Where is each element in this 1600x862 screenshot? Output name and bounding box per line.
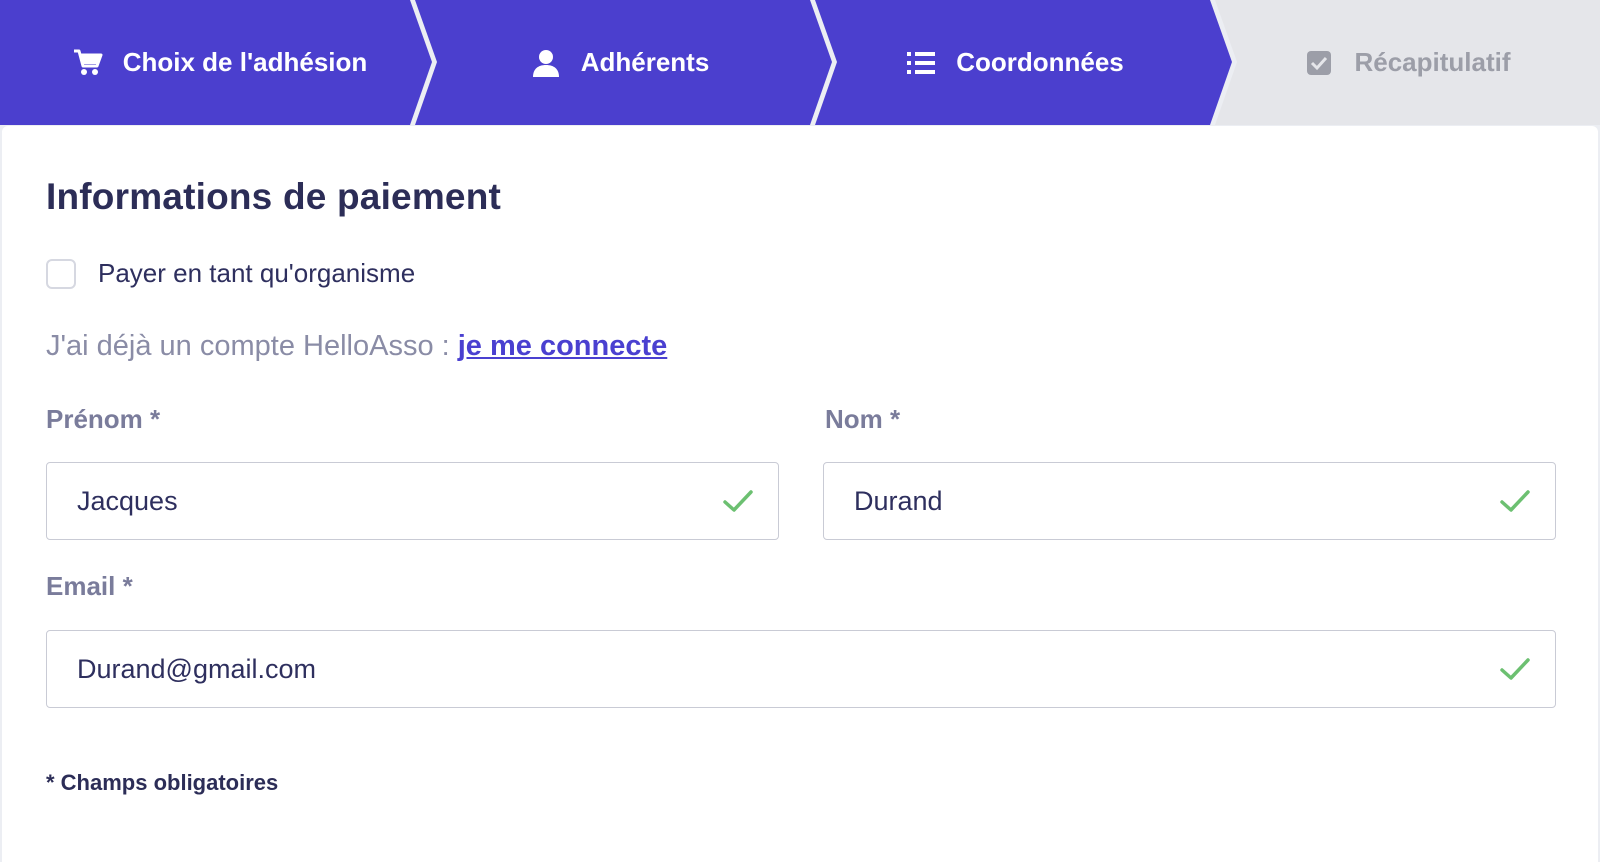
step-recapitulatif[interactable]: Récapitulatif: [1215, 0, 1600, 125]
step-coordonnees[interactable]: Coordonnées: [820, 0, 1210, 125]
step-label: Choix de l'adhésion: [122, 47, 368, 77]
firstname-field[interactable]: [46, 462, 779, 540]
progress-stepper: Choix de l'adhésion Adhérents Coordonnée…: [0, 0, 1600, 125]
required-fields-note: * Champs obligatoires: [46, 770, 279, 795]
lastname-input[interactable]: [854, 485, 1499, 517]
email-label: Email *: [46, 571, 133, 601]
user-icon: [531, 48, 561, 78]
login-prompt-text: J'ai déjà un compte HelloAsso :: [46, 330, 458, 362]
step-adherents[interactable]: Adhérents: [425, 0, 815, 125]
check-icon: [1499, 485, 1531, 517]
page-title: Informations de paiement: [46, 176, 502, 217]
list-icon: [906, 48, 936, 78]
lastname-field[interactable]: [823, 462, 1556, 540]
login-link[interactable]: je me connecte: [458, 330, 668, 362]
check-icon: [1499, 653, 1531, 685]
step-label: Coordonnées: [956, 47, 1124, 77]
organism-checkbox-label: Payer en tant qu'organisme: [98, 258, 416, 288]
step-label: Adhérents: [580, 47, 710, 77]
check-icon: [722, 485, 754, 517]
login-prompt: J'ai déjà un compte HelloAsso : je me co…: [46, 330, 667, 363]
email-input[interactable]: [77, 653, 1499, 685]
email-field[interactable]: [46, 630, 1556, 708]
organism-checkbox[interactable]: [46, 258, 76, 289]
cart-icon: [73, 48, 103, 78]
firstname-label: Prénom *: [46, 404, 161, 434]
payment-info-card: Informations de paiement Payer en tant q…: [2, 126, 1598, 862]
firstname-input[interactable]: [77, 485, 722, 517]
checkbox-icon: [1304, 48, 1334, 78]
lastname-label: Nom *: [825, 404, 901, 434]
organism-checkbox-row[interactable]: Payer en tant qu'organisme: [46, 258, 415, 289]
step-choix-adhesion[interactable]: Choix de l'adhésion: [20, 0, 420, 125]
step-label: Récapitulatif: [1354, 47, 1511, 77]
